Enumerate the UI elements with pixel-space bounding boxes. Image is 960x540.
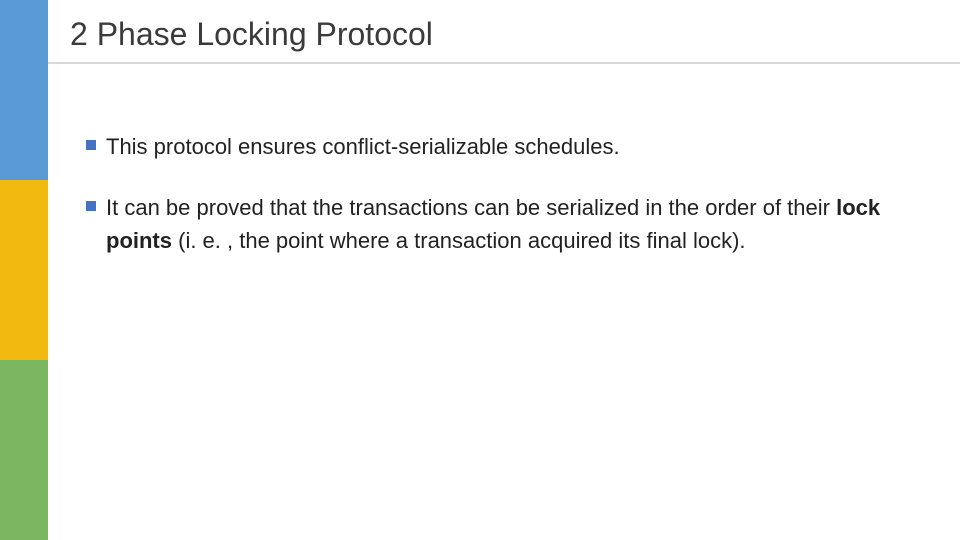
page-title: 2 Phase Locking Protocol [70,16,433,53]
bullet-text-part: It can be proved that the transactions c… [106,195,836,220]
content-area: This protocol ensures conflict-serializa… [86,130,930,285]
bullet-text-part: (i. e. , the point where a transaction a… [172,228,746,253]
sidebar-accent [0,0,48,540]
sidebar-segment-green [0,360,48,540]
slide: 2 Phase Locking Protocol This protocol e… [0,0,960,540]
bullet-item: It can be proved that the transactions c… [86,191,930,257]
bullet-text: This protocol ensures conflict-serializa… [106,134,620,159]
title-underline [48,62,960,64]
bullet-item: This protocol ensures conflict-serializa… [86,130,930,163]
sidebar-segment-yellow [0,180,48,360]
sidebar-segment-blue [0,0,48,180]
